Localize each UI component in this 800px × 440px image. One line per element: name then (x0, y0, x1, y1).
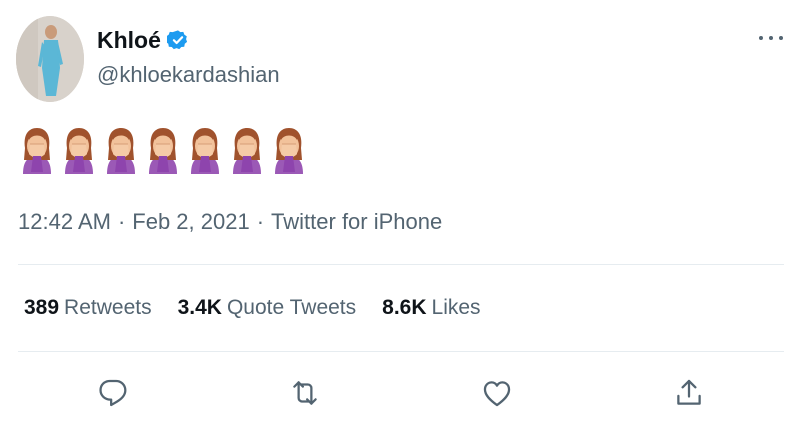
retweets-count: 389 (24, 296, 60, 319)
tweet-date[interactable]: Feb 2, 2021 (132, 209, 249, 235)
quote-tweets-count: 3.4K (177, 296, 222, 319)
likes-count: 8.6K (382, 296, 427, 319)
name-row: Khloé (97, 26, 189, 54)
face-palm-woman-emoji (233, 128, 261, 174)
face-palm-woman-emoji (149, 128, 177, 174)
separator-dot: · (117, 209, 126, 234)
avatar-image (16, 16, 84, 102)
divider (18, 264, 784, 265)
face-palm-woman-emoji (275, 128, 303, 174)
separator-dot: · (256, 209, 265, 234)
divider (18, 351, 784, 352)
retweets-stat[interactable]: 389 Retweets (24, 296, 152, 320)
more-options-icon[interactable] (756, 26, 786, 50)
face-palm-woman-emoji (23, 128, 51, 174)
face-palm-woman-emoji (65, 128, 93, 174)
like-icon[interactable] (480, 376, 514, 410)
tweet-header: Khloé @khloekardashian (0, 0, 800, 110)
display-name[interactable]: Khloé (97, 26, 161, 54)
likes-stat[interactable]: 8.6K Likes (382, 296, 480, 320)
face-palm-woman-emoji (107, 128, 135, 174)
quote-tweets-label: Quote Tweets (226, 296, 357, 319)
verified-badge-icon (166, 30, 187, 50)
quote-tweets-stat[interactable]: 3.4K Quote Tweets (178, 296, 357, 320)
reply-icon[interactable] (96, 376, 130, 410)
likes-label: Likes (431, 296, 481, 319)
user-handle[interactable]: @khloekardashian (97, 62, 280, 88)
avatar[interactable] (16, 16, 84, 102)
retweet-icon[interactable] (288, 376, 322, 410)
tweet-time[interactable]: 12:42 AM (18, 209, 111, 235)
action-bar (0, 370, 800, 420)
face-palm-woman-emoji (191, 128, 219, 174)
tweet-metadata: 12:42 AM · Feb 2, 2021 · Twitter for iPh… (18, 209, 442, 235)
share-icon[interactable] (672, 376, 706, 410)
retweets-label: Retweets (64, 296, 152, 319)
tweet-source[interactable]: Twitter for iPhone (271, 209, 442, 235)
engagement-stats: 389 Retweets 3.4K Quote Tweets 8.6K Likes (24, 296, 507, 320)
tweet-content (20, 126, 306, 176)
